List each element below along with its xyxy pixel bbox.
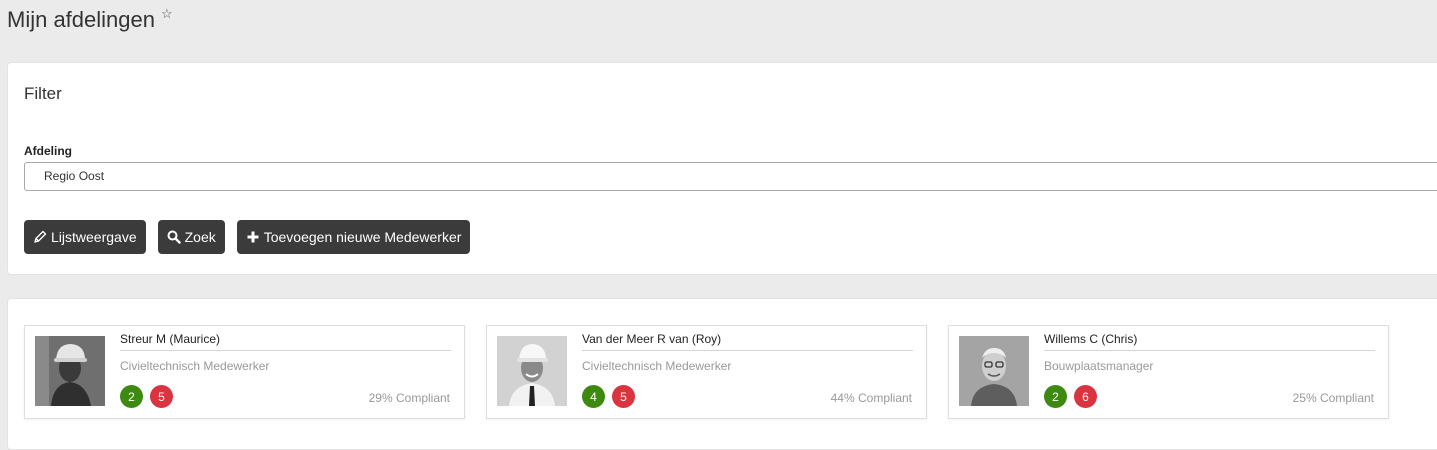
employee-photo — [497, 336, 567, 406]
page-header: Mijn afdelingen ☆ — [7, 6, 173, 33]
compliance-percentage: 44% Compliant — [830, 391, 912, 405]
employee-role: Civieltechnisch Medewerker — [582, 359, 732, 373]
pencil-icon — [33, 230, 47, 244]
employee-name[interactable]: Willems C (Chris) — [1044, 332, 1375, 351]
filter-panel: Filter Afdeling Regio Oost Lijstweergave… — [7, 62, 1437, 275]
add-employee-label: Toevoegen nieuwe Medewerker — [263, 229, 462, 245]
employee-role: Civieltechnisch Medewerker — [120, 359, 270, 373]
list-view-button[interactable]: Lijstweergave — [24, 220, 146, 254]
noncompliant-count-badge[interactable]: 5 — [612, 385, 635, 408]
employee-photo — [959, 336, 1029, 406]
compliant-count-badge[interactable]: 2 — [120, 385, 143, 408]
employee-role: Bouwplaatsmanager — [1044, 359, 1154, 373]
filter-actions: Lijstweergave Zoek Toevoegen nieuwe Mede… — [24, 220, 471, 254]
compliant-count-badge[interactable]: 4 — [582, 385, 605, 408]
favorite-star-icon[interactable]: ☆ — [161, 6, 173, 22]
employee-card[interactable]: Van der Meer R van (Roy) Civieltechnisch… — [486, 325, 927, 419]
add-employee-button[interactable]: Toevoegen nieuwe Medewerker — [236, 220, 471, 254]
search-button[interactable]: Zoek — [157, 220, 225, 254]
search-label: Zoek — [184, 229, 216, 245]
compliance-percentage: 25% Compliant — [1292, 391, 1374, 405]
employee-name[interactable]: Van der Meer R van (Roy) — [582, 332, 913, 351]
compliance-percentage: 29% Compliant — [368, 391, 450, 405]
noncompliant-count-badge[interactable]: 6 — [1074, 385, 1097, 408]
status-badges: 2 5 — [120, 385, 173, 408]
department-select[interactable]: Regio Oost — [24, 162, 1437, 191]
noncompliant-count-badge[interactable]: 5 — [150, 385, 173, 408]
employees-panel: Streur M (Maurice) Civieltechnisch Medew… — [7, 298, 1437, 450]
compliant-count-badge[interactable]: 2 — [1044, 385, 1067, 408]
page-title: Mijn afdelingen — [7, 7, 155, 32]
search-icon — [167, 230, 181, 244]
filter-title: Filter — [24, 84, 62, 103]
employee-card[interactable]: Streur M (Maurice) Civieltechnisch Medew… — [24, 325, 465, 419]
status-badges: 4 5 — [582, 385, 635, 408]
status-badges: 2 6 — [1044, 385, 1097, 408]
employee-photo — [35, 336, 105, 406]
department-label: Afdeling — [24, 144, 72, 158]
employee-name[interactable]: Streur M (Maurice) — [120, 332, 451, 351]
list-view-label: Lijstweergave — [51, 229, 137, 245]
plus-icon — [246, 230, 260, 244]
employee-card[interactable]: Willems C (Chris) Bouwplaatsmanager 2 6 … — [948, 325, 1389, 419]
